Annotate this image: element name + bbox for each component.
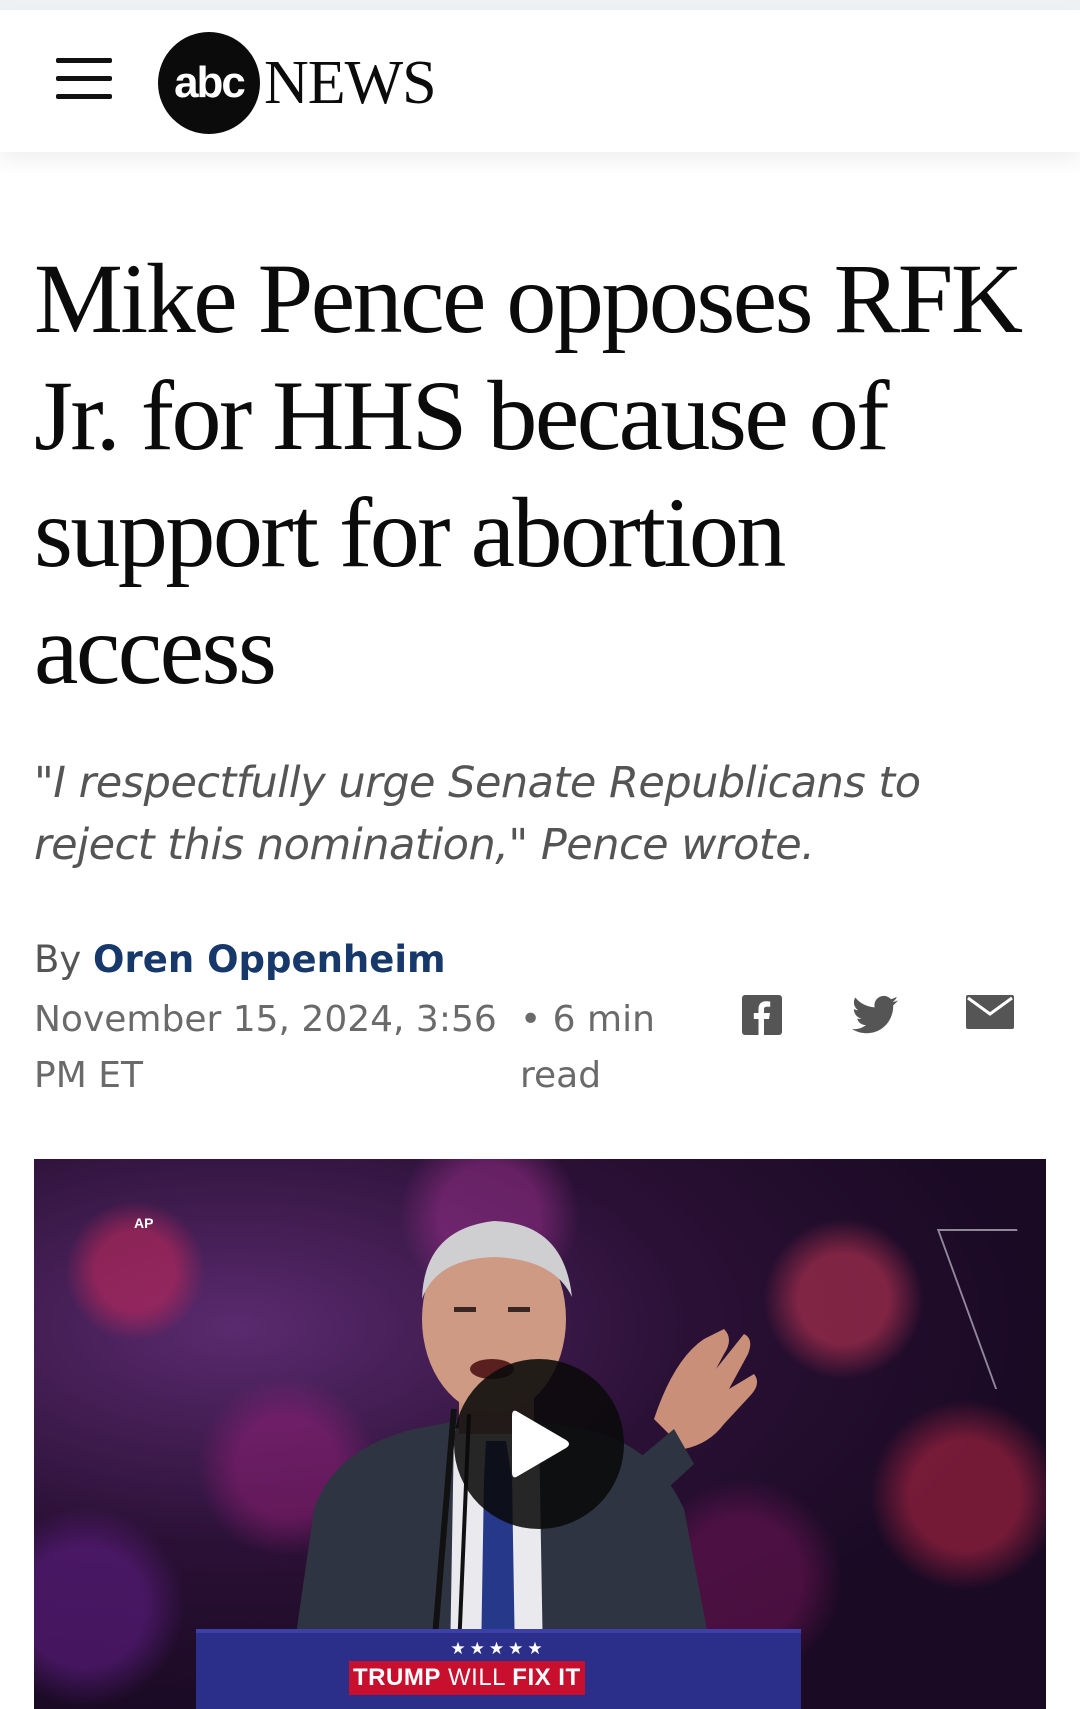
twitter-icon[interactable] (852, 995, 900, 1043)
hero-video-player[interactable]: AP ★★★★★ TRUMP WILL FIX IT TRUMP (34, 1159, 1046, 1709)
byline: By Oren Oppenheim (34, 938, 446, 981)
article-dek: "I respectfully urge Senate Republicans … (34, 758, 921, 870)
logo-abc-mark: abc (158, 32, 260, 134)
podium-sign: TRUMP WILL FIX IT (349, 1661, 585, 1695)
podium-name: TRUMP (396, 1697, 625, 1709)
podium-sign-word3: FIX IT (512, 1664, 581, 1691)
podium-sign-word2: WILL (448, 1664, 506, 1691)
email-icon[interactable] (966, 995, 1016, 1043)
play-icon[interactable] (454, 1359, 624, 1529)
podium-sign-word1: TRUMP (353, 1664, 441, 1691)
photo-credit: AP (134, 1215, 154, 1231)
publish-timestamp: November 15, 2024, 3:56 PM ET (34, 999, 497, 1096)
byline-prefix: By (34, 938, 82, 981)
read-time: • 6 min read (520, 999, 655, 1096)
abc-news-logo[interactable]: abc NEWS (158, 28, 437, 138)
podium-stars: ★★★★★ (450, 1639, 547, 1658)
author-link[interactable]: Oren Oppenheim (93, 938, 446, 981)
podium: ★★★★★ TRUMP WILL FIX IT TRUMP (196, 1629, 801, 1709)
site-header: abc NEWS (0, 10, 1080, 152)
hamburger-menu-icon[interactable] (56, 58, 112, 102)
status-bar-strip (0, 0, 1080, 10)
article-headline: Mike Pence opposes RFK Jr. for HHS becau… (34, 243, 1023, 705)
logo-news-wordmark: NEWS (264, 48, 437, 117)
facebook-icon[interactable] (742, 995, 790, 1043)
